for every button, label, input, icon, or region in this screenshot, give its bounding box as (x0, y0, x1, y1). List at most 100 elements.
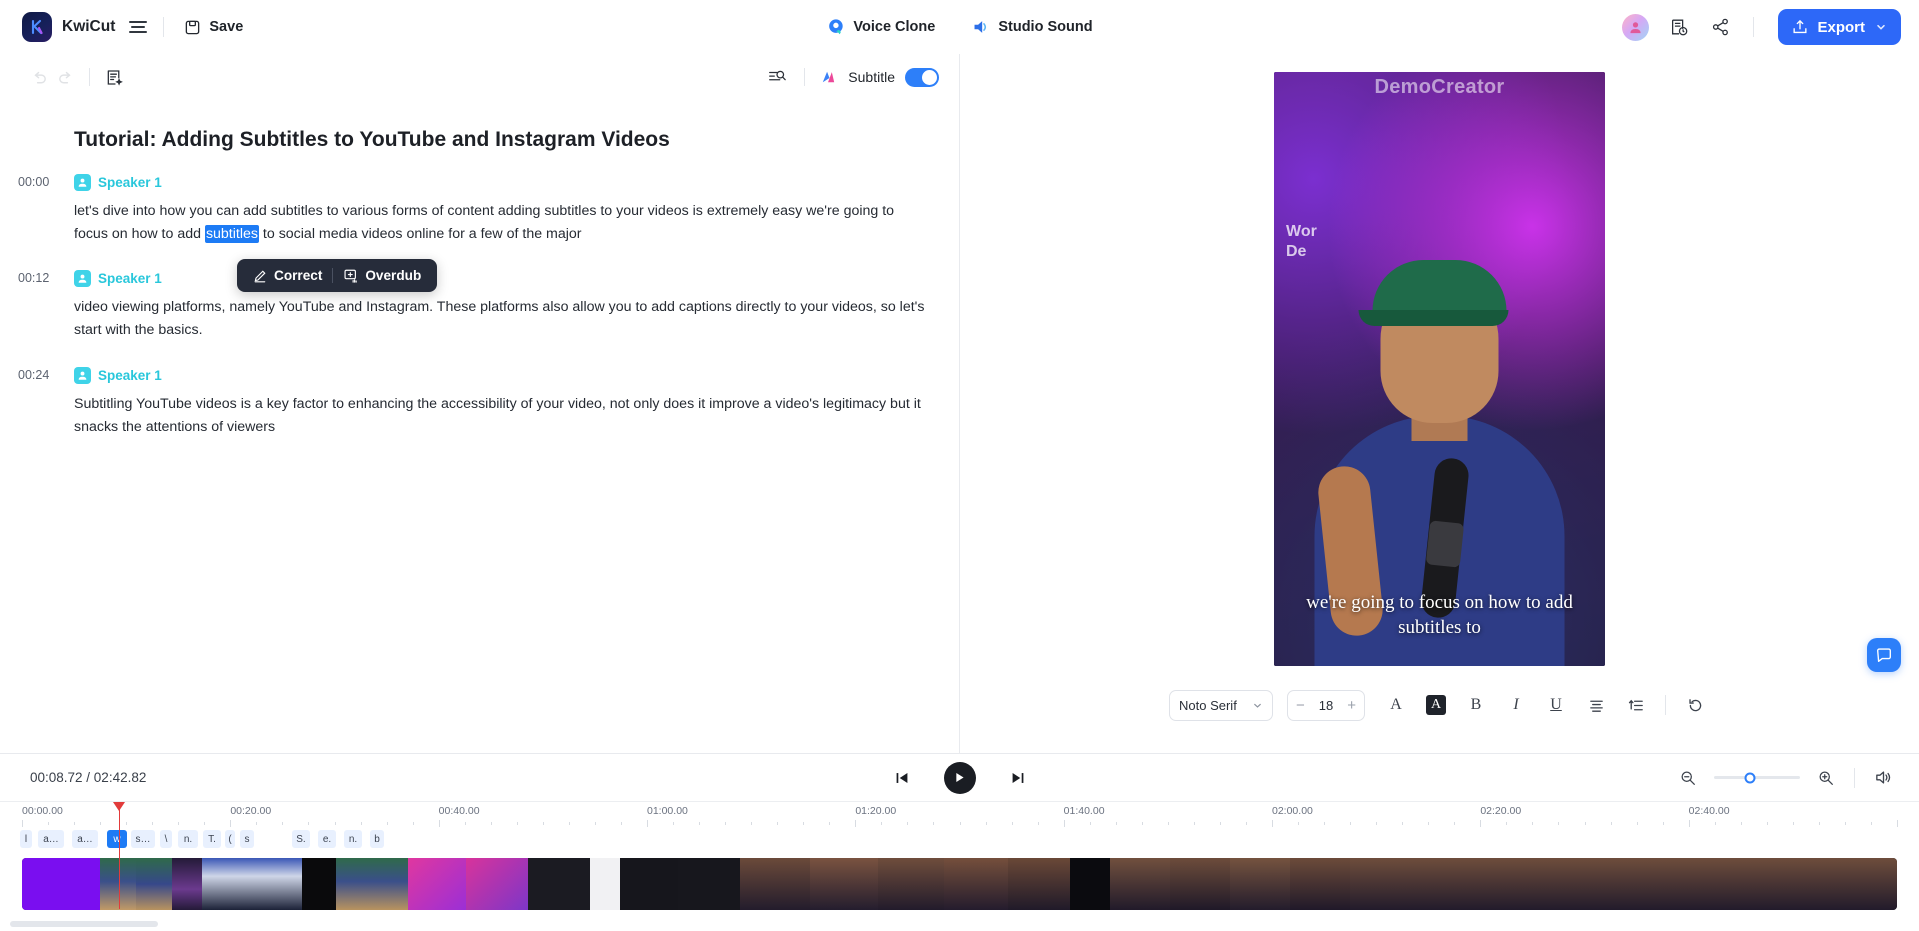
font-size-stepper[interactable]: − 18 + (1287, 689, 1365, 721)
overdub-label: Overdub (365, 268, 422, 283)
chevron-down-icon[interactable] (1875, 21, 1887, 33)
zoom-out-icon[interactable] (1676, 766, 1700, 790)
top-bar: KwiCut Save Voice Clone Studio Sound Exp… (0, 0, 1919, 54)
kwicut-logo-icon[interactable] (22, 12, 52, 42)
zoom-in-icon[interactable] (1814, 766, 1838, 790)
playhead[interactable] (118, 802, 121, 909)
chat-bubble-icon[interactable] (1867, 638, 1901, 672)
timeline-horizontal-scrollbar[interactable] (10, 921, 158, 927)
subtitle-word-chip[interactable]: a… (72, 830, 98, 848)
skip-next-icon[interactable] (1006, 766, 1030, 790)
play-button[interactable] (943, 761, 976, 794)
highlighted-word[interactable]: subtitles (204, 225, 259, 244)
save-disk-icon (184, 19, 201, 36)
transcript-content[interactable]: Tutorial: Adding Subtitles to YouTube an… (0, 100, 959, 753)
timeline-ruler-label: 01:40.00 (1063, 805, 1105, 817)
speaker-avatar-icon (74, 366, 91, 384)
redo-icon[interactable] (52, 64, 78, 90)
zoom-slider-handle[interactable] (1744, 772, 1756, 783)
subtitle-word-chip[interactable]: n. (344, 830, 362, 848)
timeline[interactable]: 00:00.00 00:20.00 00:40.00 01:00.00 01:20.00… (0, 801, 1919, 931)
subtitle-word-chip[interactable]: e. (318, 830, 336, 848)
hamburger-menu-icon[interactable] (129, 21, 148, 33)
font-size-value: 18 (1318, 697, 1334, 713)
video-preview[interactable]: DemoCreator Wor De we're going to focus o… (1274, 72, 1605, 666)
divider (163, 17, 165, 37)
speaker-row[interactable]: Speaker 1 (74, 270, 929, 288)
align-center-icon[interactable] (1581, 690, 1611, 720)
timeline-tick (1037, 822, 1039, 825)
timeline-tick (308, 822, 310, 825)
subtitle-ai-icon (819, 68, 838, 87)
timeline-tick (1792, 822, 1794, 825)
studio-sound-label: Studio Sound (998, 19, 1093, 35)
subtitle-word-chip[interactable]: s (240, 830, 254, 848)
decrease-font-size-button[interactable]: − (1296, 698, 1305, 713)
font-family-select[interactable]: Noto Serif (1169, 689, 1273, 721)
bold-button[interactable]: B (1461, 690, 1491, 720)
ai-document-icon[interactable] (101, 64, 127, 90)
voice-clone-button[interactable]: Voice Clone (826, 18, 935, 36)
overdub-button[interactable]: Overdub (333, 264, 431, 288)
reset-icon[interactable] (1680, 690, 1710, 720)
speaker-name: Speaker 1 (98, 367, 162, 383)
subtitle-word-chip[interactable]: ( (225, 830, 235, 848)
speaker-row[interactable]: Speaker 1 (74, 174, 929, 191)
save-button[interactable]: Save (180, 15, 247, 40)
subtitle-toggle[interactable] (905, 67, 939, 87)
paragraph-timestamp[interactable]: 00:24 (18, 368, 66, 382)
timeline-tick (1584, 822, 1586, 825)
video-subtitle-overlay[interactable]: we're going to focus on how to add subti… (1288, 590, 1591, 640)
skip-previous-icon[interactable] (890, 766, 914, 790)
subtitle-word-chip[interactable]: b (370, 830, 384, 848)
subtitle-word-chip[interactable]: l (20, 830, 32, 848)
speaker-row[interactable]: Speaker 1 (74, 366, 929, 384)
timeline-zoom-slider[interactable] (1714, 772, 1800, 783)
timeline-tick (829, 822, 831, 825)
text-color-icon[interactable]: A (1381, 690, 1411, 720)
export-button[interactable]: Export (1778, 9, 1901, 45)
user-avatar-icon[interactable] (1622, 13, 1650, 41)
timeline-tick (1141, 822, 1143, 825)
pencil-edit-icon (253, 269, 267, 283)
timeline-tick (777, 822, 779, 825)
subtitle-word-chip[interactable]: s… (131, 830, 155, 848)
volume-icon[interactable] (1871, 766, 1895, 790)
paragraph-text[interactable]: Subtitling YouTube videos is a key facto… (74, 393, 929, 439)
timeline-tick (516, 822, 518, 825)
timeline-tick (1245, 822, 1247, 825)
timeline-tick (1376, 822, 1378, 825)
page-title: Tutorial: Adding Subtitles to YouTube an… (74, 128, 670, 151)
subtitle-word-chips[interactable]: l a… a… w s… \ n. T.( s S. e. n. b (0, 830, 1919, 850)
subtitle-word-chip[interactable]: T. (203, 830, 221, 848)
studio-sound-button[interactable]: Studio Sound (971, 18, 1093, 36)
undo-icon[interactable] (26, 64, 52, 90)
history-document-icon[interactable] (1667, 15, 1691, 39)
subtitle-word-chip[interactable]: \ (160, 830, 172, 848)
underline-button[interactable]: U (1541, 690, 1571, 720)
timeline-ruler-label: 01:00.00 (647, 805, 688, 817)
italic-button[interactable]: I (1501, 690, 1531, 720)
time-display: 00:08.72 / 02:42.82 (30, 770, 147, 785)
timeline-ruler[interactable]: 00:00.00 00:20.00 00:40.00 01:00.00 01:20.00… (0, 802, 1919, 828)
subtitle-word-chip[interactable]: S. (292, 830, 310, 848)
find-in-text-icon[interactable] (764, 64, 790, 90)
paragraph-text[interactable]: video viewing platforms, namely YouTube … (74, 296, 929, 342)
share-icon[interactable] (1709, 15, 1733, 39)
paragraph-text[interactable]: let's dive into how you can add subtitle… (74, 200, 929, 246)
timeline-tick (152, 822, 154, 825)
subtitle-word-chip[interactable]: n. (178, 830, 198, 848)
correct-button[interactable]: Correct (243, 264, 332, 288)
timeline-tick (1740, 822, 1742, 825)
subtitle-word-chip[interactable]: w (107, 830, 127, 848)
paragraph-timestamp[interactable]: 00:00 (18, 175, 66, 189)
video-track-filmstrip[interactable] (22, 858, 1897, 910)
text-highlight-icon[interactable]: A (1421, 690, 1451, 720)
increase-font-size-button[interactable]: + (1347, 698, 1356, 713)
subtitle-word-chip[interactable]: a… (38, 830, 64, 848)
paragraph-timestamp[interactable]: 00:12 (18, 271, 66, 285)
line-height-icon[interactable] (1621, 690, 1651, 720)
timeline-tick (855, 820, 857, 827)
timeline-tick (22, 820, 23, 827)
timeline-tick (1844, 822, 1846, 825)
